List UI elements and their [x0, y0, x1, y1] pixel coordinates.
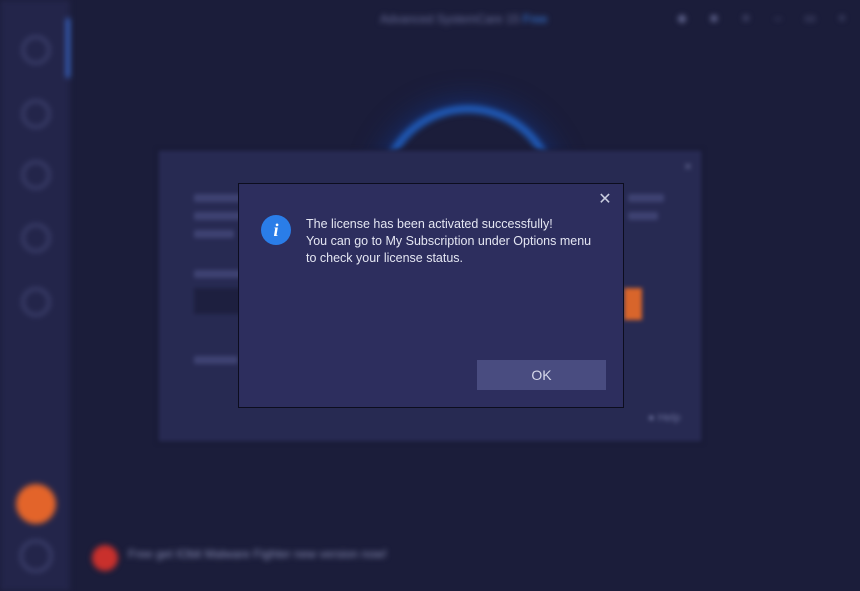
text-placeholder [194, 230, 234, 238]
register-button[interactable] [624, 288, 642, 320]
ok-button[interactable]: OK [477, 360, 606, 390]
toolbox-icon[interactable] [22, 224, 50, 252]
protect-icon[interactable] [22, 161, 50, 189]
menu-icon[interactable]: ≡ [740, 12, 752, 24]
license-activated-dialog: ✕ i The license has been activated succe… [238, 183, 624, 408]
action-center-icon[interactable] [22, 288, 50, 316]
promo-headline: Free get IObit Malware Fighter new versi… [128, 547, 387, 561]
sidebar [0, 0, 70, 591]
title-bar: Advanced SystemCare 15 Free ◆ ■ ≡ – ▭ × [70, 8, 860, 30]
text-placeholder [628, 212, 658, 220]
help-link[interactable]: ● Help [648, 412, 680, 424]
speedup-icon[interactable] [22, 100, 50, 128]
message-line-3: to check your license status. [306, 251, 464, 265]
text-placeholder [194, 212, 244, 220]
help-label: Help [657, 412, 681, 424]
promo-banner[interactable]: Free get IObit Malware Fighter new versi… [92, 545, 592, 575]
label-placeholder [194, 270, 242, 278]
minimize-icon[interactable]: – [772, 12, 784, 24]
message-line-1: The license has been activated successfu… [306, 217, 553, 231]
skin-icon[interactable]: ◆ [676, 12, 688, 24]
message-line-2: You can go to My Subscription under Opti… [306, 234, 592, 248]
dialog-close-button[interactable]: ✕ [597, 192, 613, 208]
app-title: Advanced SystemCare 15 Free [380, 12, 547, 26]
link-placeholder[interactable] [194, 356, 238, 364]
upgrade-icon[interactable] [16, 484, 56, 524]
edition-label: Free [522, 12, 548, 26]
settings-icon[interactable] [20, 540, 52, 572]
registration-close-icon[interactable]: × [684, 158, 692, 174]
info-icon: i [261, 215, 291, 245]
malware-fighter-icon [92, 545, 118, 571]
app-title-text: Advanced SystemCare 15 [380, 12, 520, 26]
dialog-message: The license has been activated successfu… [306, 216, 606, 267]
care-icon[interactable] [22, 36, 50, 64]
text-placeholder [628, 194, 664, 202]
close-window-icon[interactable]: × [836, 12, 848, 24]
gift-icon[interactable]: ■ [708, 12, 720, 24]
maximize-icon[interactable]: ▭ [804, 12, 816, 24]
